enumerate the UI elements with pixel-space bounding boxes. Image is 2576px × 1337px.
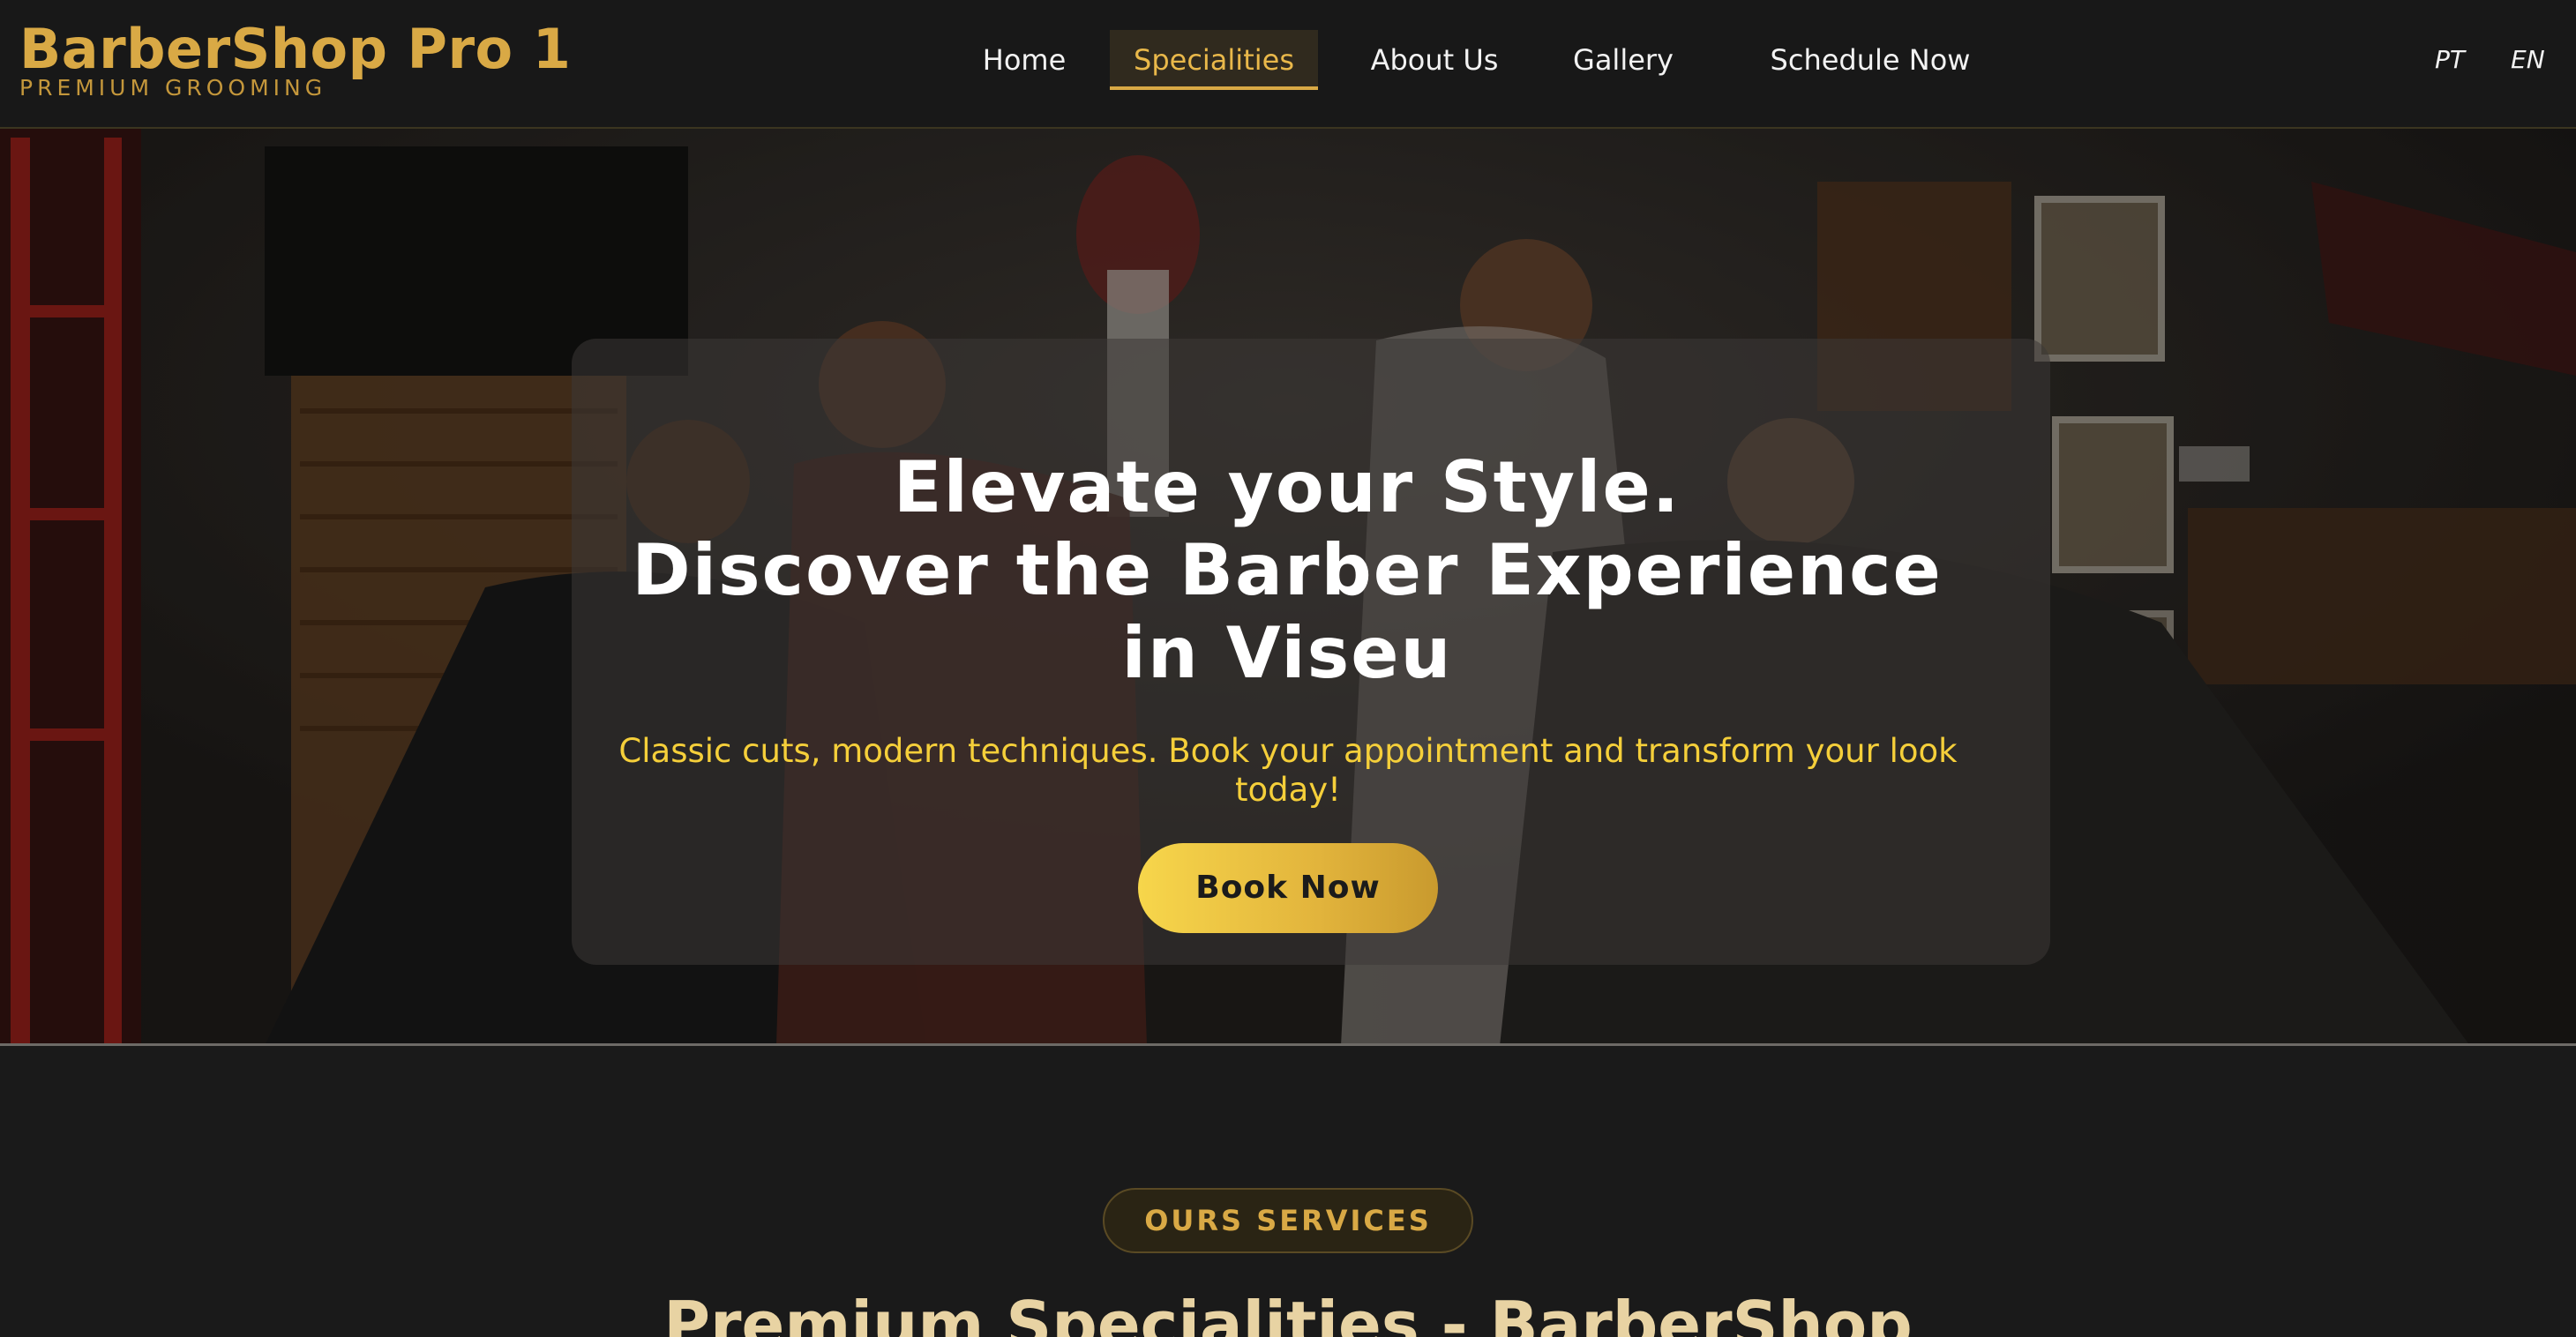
nav-link-home[interactable]: Home (967, 30, 1082, 90)
nav-link-gallery[interactable]: Gallery (1553, 30, 1694, 90)
nav-link-schedule-now[interactable]: Schedule Now (1764, 30, 1976, 90)
hero-title-line: Elevate your Style. (893, 446, 1681, 528)
hero-title: Elevate your Style. Discover the Barber … (572, 446, 2003, 695)
nav-link-specialities[interactable]: Specialities (1110, 30, 1318, 90)
top-navbar: BarberShop Pro 1 PREMIUM GROOMING Home S… (0, 0, 2576, 129)
page-root: BarberShop Pro 1 PREMIUM GROOMING Home S… (0, 0, 2576, 1337)
language-en-button[interactable]: EN (2511, 44, 2545, 76)
book-now-button[interactable]: Book Now (1138, 843, 1438, 933)
brand-title: BarberShop Pro 1 (19, 17, 572, 81)
language-pt-button[interactable]: PT (2435, 44, 2465, 76)
hero-title-line: in Viseu (1121, 612, 1453, 694)
services-badge: OURS SERVICES (1103, 1188, 1473, 1253)
hero-subtitle: Classic cuts, modern techniques. Book yo… (618, 732, 1958, 809)
brand-logo[interactable]: BarberShop Pro 1 PREMIUM GROOMING (19, 19, 571, 101)
hero-section: Elevate your Style. Discover the Barber … (0, 129, 2576, 1046)
hero-title-line: Discover the Barber Experience (632, 529, 1943, 611)
services-section: OURS SERVICES Premium Specialities - Bar… (0, 1049, 2576, 1337)
services-title: Premium Specialities - BarberShop (663, 1288, 1913, 1337)
nav-link-about-us[interactable]: About Us (1346, 30, 1523, 90)
